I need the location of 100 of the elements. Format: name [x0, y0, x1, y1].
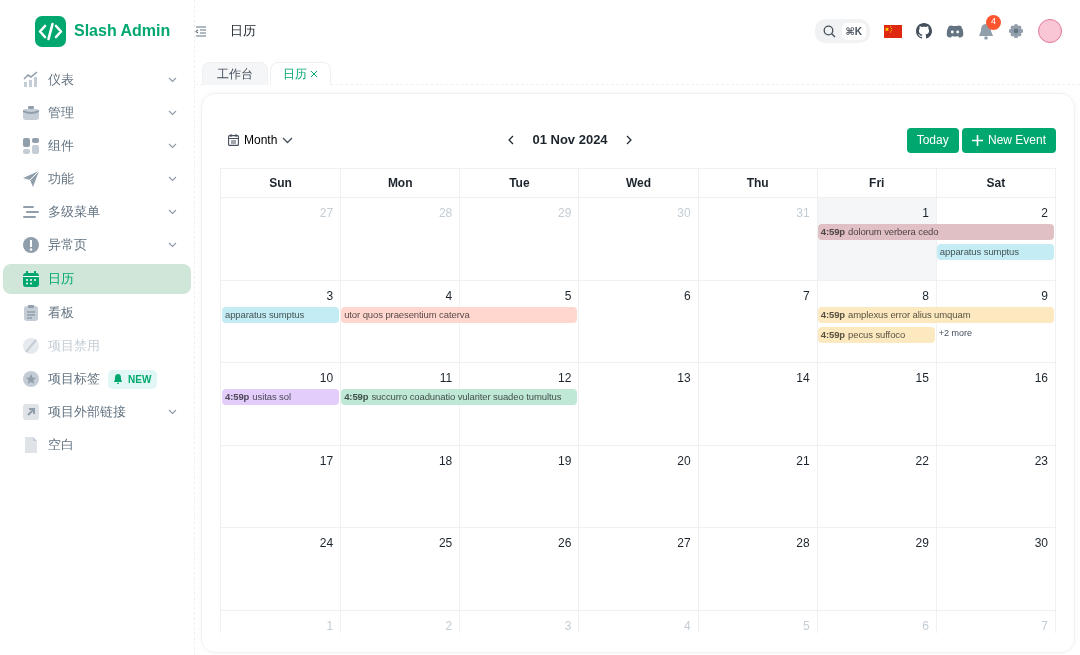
- calendar-event[interactable]: 4:59p usitas sol: [222, 389, 340, 405]
- day-number: 2: [445, 617, 453, 633]
- chat-icon[interactable]: [946, 24, 964, 38]
- day-number: 16: [1034, 370, 1048, 387]
- day-number: 4: [445, 287, 453, 305]
- day-number: 30: [1034, 535, 1048, 552]
- calendar-event[interactable]: 4:59p dolorum verbera cedo: [817, 224, 1054, 240]
- day-number: 31: [796, 205, 810, 222]
- day-number: 15: [915, 370, 929, 387]
- search-button[interactable]: ⌘K: [814, 19, 870, 43]
- calendar-event[interactable]: 4:59p amplexus error alius umquam: [817, 306, 1054, 323]
- sidebar-item[interactable]: 项目标签 NEW: [3, 365, 191, 393]
- logo-icon: [35, 15, 66, 47]
- day-number: 27: [677, 535, 691, 552]
- chevron-down-icon: [282, 136, 294, 144]
- breadcrumb[interactable]: 日历: [230, 21, 256, 41]
- day-number: 18: [438, 452, 453, 470]
- day-number: 29: [915, 535, 929, 552]
- day-number: 14: [796, 370, 810, 387]
- day-number: 21: [796, 452, 810, 470]
- more-link[interactable]: +2 more: [935, 326, 1055, 343]
- chart-icon: [22, 71, 40, 89]
- day-number: 13: [677, 370, 691, 387]
- day-number: 26: [558, 535, 572, 552]
- day-number: 7: [1041, 617, 1048, 633]
- sidebar-item[interactable]: 空白: [3, 431, 191, 459]
- new-event-button[interactable]: New Event: [961, 127, 1056, 153]
- weekday-header: Sat: [935, 169, 1055, 198]
- day-number: 12: [558, 370, 572, 387]
- calendar-event[interactable]: apparatus sumptus: [222, 306, 340, 323]
- weekday-header: Sun: [268, 175, 293, 192]
- day-number: 25: [438, 535, 453, 552]
- day-number: 28: [438, 205, 453, 222]
- day-number: 4: [683, 617, 691, 633]
- calendar-icon: [22, 270, 40, 288]
- sidebar-item[interactable]: 多级菜单: [3, 198, 191, 226]
- day-number: 11: [439, 370, 453, 387]
- day-number: 10: [319, 370, 334, 387]
- day-number: 9: [1041, 287, 1048, 305]
- today-button[interactable]: Today: [906, 127, 959, 153]
- weekday-header: Wed: [578, 169, 698, 198]
- sidebar-item[interactable]: 管理: [3, 99, 191, 127]
- current-date: 01 Nov 2024: [532, 131, 608, 150]
- day-number: 6: [683, 287, 691, 305]
- close-icon[interactable]: [310, 70, 318, 78]
- day-number: 2: [1041, 205, 1048, 222]
- plus-icon: [971, 134, 983, 146]
- sidebar-item[interactable]: 异常页: [3, 231, 191, 259]
- exclamation-icon: [22, 236, 40, 254]
- bell-icon: [114, 374, 122, 384]
- weekday-header: Tue: [459, 169, 579, 198]
- calendar-event[interactable]: 4:59p succurro coadunatio vulariter suadeo tumultus: [341, 389, 578, 405]
- day-number: 7: [803, 287, 810, 305]
- day-number: 28: [796, 535, 810, 552]
- notification-count: 4: [986, 14, 1001, 30]
- lines-icon: [22, 203, 40, 221]
- day-number: 20: [677, 452, 691, 470]
- sidebar-item[interactable]: 组件: [3, 132, 191, 160]
- day-number: 30: [677, 205, 691, 222]
- file-icon: [22, 436, 40, 454]
- day-number: 8: [922, 287, 929, 305]
- flag-icon[interactable]: [884, 24, 902, 38]
- day-number: 22: [915, 452, 929, 470]
- day-number: 3: [326, 287, 334, 305]
- widgets-icon: [22, 137, 40, 155]
- calendar-event[interactable]: apparatus sumptus: [936, 244, 1054, 260]
- weekday-header: Mon: [340, 169, 460, 198]
- day-number: 29: [558, 205, 572, 222]
- settings-icon[interactable]: [1008, 23, 1024, 39]
- avatar-icon[interactable]: [1038, 19, 1062, 43]
- day-number: 23: [1034, 452, 1048, 470]
- sidebar-item[interactable]: 看板: [3, 299, 191, 327]
- day-number: 27: [319, 205, 334, 222]
- calendar-event[interactable]: 4:59p pecus suffoco: [817, 326, 935, 343]
- paper-plane-icon: [22, 170, 40, 188]
- day-number: 3: [564, 617, 572, 633]
- weekday-header: Thu: [697, 169, 817, 198]
- disabled-icon: [22, 337, 40, 355]
- sidebar-item[interactable]: 功能: [3, 165, 191, 193]
- day-number: 5: [564, 287, 572, 305]
- tab[interactable]: 工作台: [202, 62, 268, 85]
- day-number: 1: [922, 205, 929, 222]
- chevron-right-icon[interactable]: [625, 135, 632, 145]
- search-icon: [822, 24, 836, 38]
- github-icon[interactable]: [916, 23, 932, 39]
- day-number: 1: [326, 617, 334, 633]
- calendar-event[interactable]: utor quos praesentium caterva: [341, 306, 578, 323]
- menu-icon[interactable]: [195, 25, 207, 37]
- day-number: 5: [803, 617, 810, 633]
- day-number: 19: [558, 452, 572, 470]
- clipboard-icon: [22, 304, 40, 322]
- day-number: 24: [319, 535, 334, 552]
- day-number: 17: [319, 452, 334, 470]
- calendar-icon: [228, 134, 239, 146]
- sidebar-item[interactable]: 项目外部链接: [3, 398, 191, 426]
- sidebar-item[interactable]: 仪表: [3, 66, 191, 94]
- chevron-left-icon[interactable]: [508, 135, 515, 145]
- tab[interactable]: 日历: [270, 62, 331, 85]
- view-dropdown[interactable]: Month: [228, 131, 294, 149]
- day-number: 6: [922, 617, 929, 633]
